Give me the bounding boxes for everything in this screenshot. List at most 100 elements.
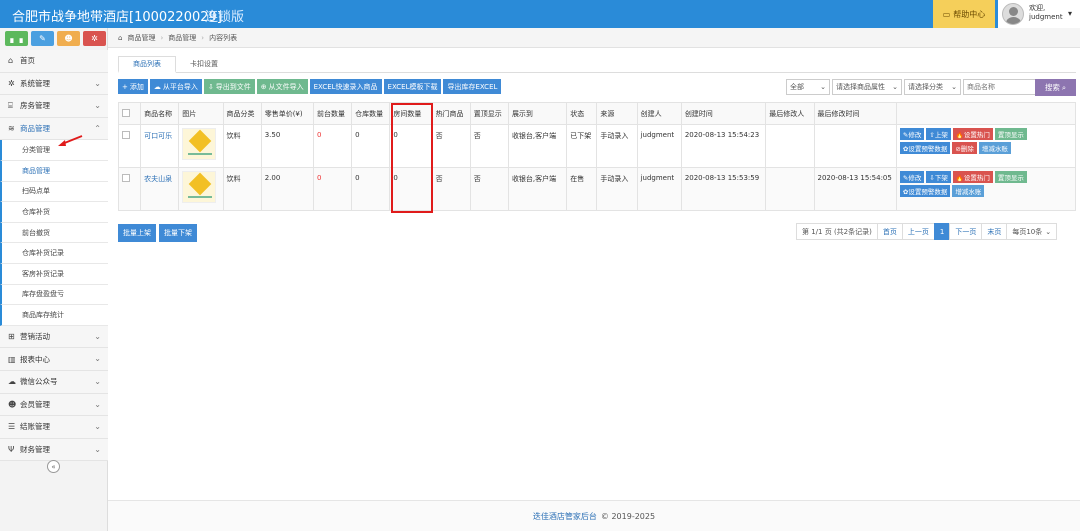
column-header: 最后修改人 bbox=[765, 102, 815, 125]
row-action-button[interactable]: 增减水账 bbox=[952, 185, 985, 197]
sidebar-subitem[interactable]: 扫码点单 bbox=[0, 181, 108, 203]
breadcrumb-item[interactable]: 商品管理 bbox=[127, 33, 155, 43]
cell-modified bbox=[813, 124, 897, 168]
page-size-select[interactable]: 每页10条 ⌄ bbox=[1006, 223, 1058, 240]
users-icon[interactable]: ☻ bbox=[57, 31, 80, 46]
sidebar-item[interactable]: ☻ 会员管理 ⌄ bbox=[0, 393, 108, 417]
row-checkbox[interactable] bbox=[122, 131, 130, 139]
category-select[interactable]: 请选择分类 ⌄ bbox=[904, 79, 961, 95]
sidebar-item[interactable]: ⌂ 首页 bbox=[0, 50, 108, 73]
toolbar-button[interactable]: EXCEL快速录入商品 bbox=[309, 79, 382, 94]
search-label: 搜索 bbox=[1044, 83, 1060, 92]
cloud-icon: ☁ bbox=[8, 377, 16, 387]
row-action-button[interactable]: ✎修改 bbox=[899, 171, 925, 183]
row-action-button[interactable]: ✎修改 bbox=[899, 128, 925, 140]
select-all-checkbox[interactable] bbox=[122, 108, 130, 117]
sidebar-item[interactable]: ⌸ 房务管理 ⌄ bbox=[0, 95, 108, 118]
sidebar-item-label: 财务管理 bbox=[20, 444, 50, 454]
column-header: 商品名称 bbox=[140, 102, 180, 125]
sidebar-subitem[interactable]: 分类管理 bbox=[0, 140, 108, 161]
sidebar-item[interactable]: ☰ 结账管理 ⌄ bbox=[0, 416, 108, 439]
toolbar-button[interactable]: ⊕ 从文件导入 bbox=[256, 79, 308, 94]
cell-front: 0 bbox=[312, 124, 353, 168]
product-name-input[interactable] bbox=[963, 79, 1039, 95]
batch-off-shelf-button[interactable]: 批量下架 bbox=[159, 224, 197, 242]
red-arrow-annotation bbox=[58, 135, 83, 146]
sidebar-subitem[interactable]: 客房补货记录 bbox=[0, 263, 108, 285]
attribute-select[interactable]: 请选择商品属性 ⌄ bbox=[832, 79, 902, 95]
cogs-icon[interactable]: ✲ bbox=[83, 31, 106, 46]
select-all-checkbox-cell[interactable] bbox=[117, 102, 142, 125]
user-menu[interactable]: 欢迎, judgment ▾ bbox=[998, 0, 1080, 28]
prev-page-button[interactable]: 上一页 bbox=[901, 223, 935, 240]
row-checkbox-cell[interactable] bbox=[117, 167, 142, 211]
row-action-button[interactable]: 置顶显示 bbox=[994, 171, 1027, 183]
sidebar: ▖▗ ✎ ☻ ✲ ⌂ 首页 ✲ 系统管理 ⌄ ⌸ 房务管理 ⌄ ≋ 商品管理 ⌃ 分类管理 商品管理 扫码… bbox=[0, 28, 108, 531]
row-action-button[interactable]: ⊘删除 bbox=[952, 142, 977, 154]
column-header: 最后修改时间 bbox=[813, 102, 897, 125]
room-quantity-highlight bbox=[391, 103, 433, 213]
footer-brand[interactable]: 迭佳酒店管家后台 bbox=[533, 511, 597, 522]
row-checkbox-cell[interactable] bbox=[117, 124, 142, 168]
sidebar-item[interactable]: Ψ 财务管理 ⌄ bbox=[0, 438, 108, 462]
sidebar-subitem[interactable]: 仓库补货记录 bbox=[0, 243, 108, 264]
toolbar-button[interactable]: + 添加 bbox=[118, 79, 148, 94]
last-page-button[interactable]: 末页 bbox=[981, 223, 1008, 240]
column-header: 图片 bbox=[178, 102, 224, 125]
breadcrumb-item[interactable]: 商品管理 bbox=[168, 33, 196, 43]
sidebar-subitem[interactable]: 前台撤货 bbox=[0, 222, 108, 244]
home-icon[interactable]: ⌂ bbox=[118, 34, 122, 42]
sidebar-item[interactable]: ≋ 商品管理 ⌃ bbox=[0, 117, 108, 141]
batch-on-shelf-button[interactable]: 批量上架 bbox=[118, 224, 156, 242]
attribute-select-value: 请选择商品属性 bbox=[836, 83, 885, 91]
status-select[interactable]: 全部 ⌄ bbox=[786, 79, 830, 95]
category-select-value: 请选择分类 bbox=[908, 83, 943, 91]
row-action-button[interactable]: ⇧上架 bbox=[926, 128, 951, 140]
sidebar-subitem[interactable]: 仓库补货 bbox=[0, 202, 108, 223]
row-action-button[interactable]: ✿设置预警数据 bbox=[899, 142, 951, 154]
tab-card-settings[interactable]: 卡扣设置 bbox=[176, 56, 232, 73]
sidebar-item[interactable]: ☁ 微信公众号 ⌄ bbox=[0, 370, 108, 394]
sidebar-item[interactable]: ▥ 报表中心 ⌄ bbox=[0, 348, 108, 371]
row-action-button[interactable]: ⇩下架 bbox=[926, 171, 951, 183]
sidebar-subitem[interactable]: 库存盘盈盘亏 bbox=[0, 284, 108, 306]
row-action-button[interactable]: 🔥设置热门 bbox=[952, 128, 993, 140]
product-thumbnail[interactable] bbox=[182, 128, 217, 160]
cell-created: 2020-08-13 15:53:59 bbox=[680, 167, 767, 211]
toolbar-button[interactable]: EXCEL模板下载 bbox=[383, 79, 442, 94]
column-header: 仓库数量 bbox=[351, 102, 391, 125]
cell-modifier bbox=[765, 167, 815, 211]
current-page-button[interactable]: 1 bbox=[933, 223, 951, 240]
search-button[interactable]: 搜索 ⌕ bbox=[1035, 79, 1076, 96]
sidebar-subitem[interactable]: 商品管理 bbox=[0, 160, 108, 182]
cell-display: 收银台,客户端 bbox=[507, 167, 568, 211]
pencil-icon[interactable]: ✎ bbox=[31, 31, 54, 46]
product-thumbnail[interactable] bbox=[182, 171, 217, 203]
sidebar-item[interactable]: ⊞ 营销活动 ⌄ bbox=[0, 325, 108, 349]
collapse-sidebar-icon[interactable]: « bbox=[47, 460, 60, 473]
cutlery-icon: Ψ bbox=[8, 444, 15, 454]
sidebar-subitem[interactable]: 商品库存统计 bbox=[0, 305, 108, 326]
toolbar-button-label: 从文件导入 bbox=[268, 82, 304, 91]
signal-icon[interactable]: ▖▗ bbox=[5, 31, 28, 46]
table-row: 可口可乐 饮料 3.50 0 0 0 否否收银台,客户端 已下架 手动录入 judgment 202… bbox=[117, 124, 1077, 168]
cell-hot: 否 bbox=[431, 124, 471, 168]
toolbar-button[interactable]: ⇩ 导出到文件 bbox=[203, 79, 255, 94]
row-action-button[interactable]: 🔥设置热门 bbox=[952, 171, 993, 183]
product-name-cell: 可口可乐 bbox=[140, 124, 180, 168]
sidebar-item[interactable]: ✲ 系统管理 ⌄ bbox=[0, 72, 108, 96]
product-name-link[interactable]: 可口可乐 bbox=[144, 132, 172, 140]
first-page-button[interactable]: 首页 bbox=[876, 223, 903, 240]
row-checkbox[interactable] bbox=[122, 174, 130, 182]
chevron-right-icon: › bbox=[160, 33, 164, 42]
toolbar-button[interactable]: ☁ 从平台导入 bbox=[149, 79, 202, 94]
next-page-button[interactable]: 下一页 bbox=[949, 223, 983, 240]
product-name-link[interactable]: 农夫山泉 bbox=[144, 175, 172, 183]
tab-product-list[interactable]: 商品列表 bbox=[118, 56, 176, 73]
row-action-button[interactable]: 增减水账 bbox=[978, 142, 1011, 154]
filter-bar: 全部 ⌄ 请选择商品属性 ⌄ 请选择分类 ⌄ bbox=[786, 79, 1039, 95]
row-action-button[interactable]: 置顶显示 bbox=[994, 128, 1027, 140]
help-center-button[interactable]: ▭ 帮助中心 bbox=[933, 0, 995, 28]
row-action-button[interactable]: ✿设置预警数据 bbox=[899, 185, 951, 197]
toolbar-button[interactable]: 导出库存EXCEL bbox=[443, 79, 502, 94]
